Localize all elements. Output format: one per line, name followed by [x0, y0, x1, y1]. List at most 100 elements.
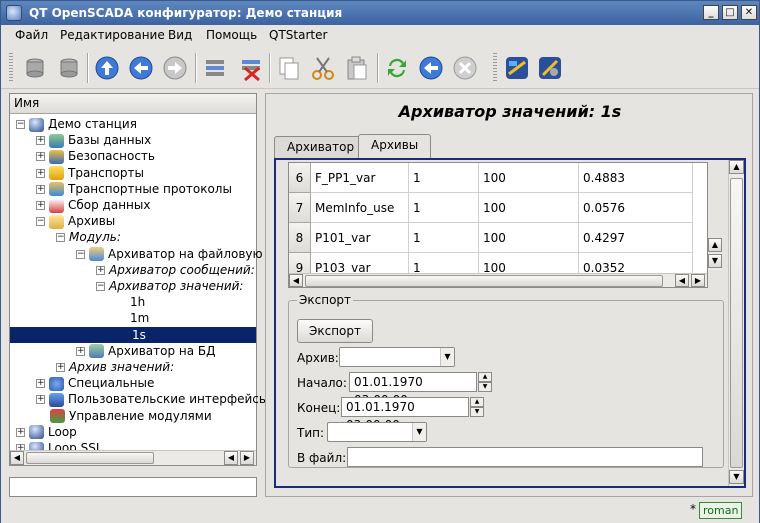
table-cell[interactable]: 0.0576 — [579, 193, 693, 223]
start-icon[interactable] — [417, 54, 445, 82]
scroll-left-button[interactable]: ◀ — [10, 451, 24, 465]
tree-item[interactable]: − Архиватор значений: — [96, 278, 243, 294]
archives-table[interactable]: 6 F_PP1_var 1 100 0.4883 7 MemInfo_use 1 100 0.05… — [288, 162, 708, 288]
tree-item[interactable]: + Пользовательские интерфейсы — [36, 391, 268, 407]
scroll-thumb[interactable] — [305, 275, 663, 287]
table-cell[interactable]: 1 — [409, 163, 479, 193]
table-cell[interactable]: 100 — [479, 163, 579, 193]
tree-item[interactable]: 1s — [10, 326, 256, 343]
table-cell[interactable]: 1 — [409, 223, 479, 253]
table-cell[interactable]: 1 — [409, 193, 479, 223]
title-bar[interactable]: QT OpenSCADA конфигуратор: Демо станция … — [1, 1, 759, 25]
scroll-thumb[interactable] — [730, 178, 743, 468]
collapse-icon[interactable]: − — [56, 233, 65, 243]
tab-archives[interactable]: Архивы — [358, 134, 432, 158]
content-vertical-scrollbar[interactable]: ▲ ▼ — [728, 160, 744, 486]
scroll-right-button[interactable]: ▶ — [691, 274, 705, 287]
menu-qtstarter[interactable]: QTStarter — [269, 28, 327, 42]
collapse-icon[interactable]: − — [36, 217, 45, 227]
tree-item[interactable]: − Модуль: — [56, 229, 121, 245]
expand-icon[interactable]: + — [56, 363, 65, 372]
end-datetime-input[interactable]: 01.01.1970 03:00:00 ▲▼ — [341, 397, 484, 432]
archive-select[interactable]: ▼ — [339, 347, 455, 367]
scroll-up-button[interactable]: ▲ — [729, 160, 744, 174]
tree-item[interactable]: − Демо станция — [16, 116, 137, 132]
collapse-icon[interactable]: − — [76, 249, 85, 259]
up-arrow-icon[interactable] — [93, 54, 121, 82]
row-number[interactable]: 7 — [289, 193, 311, 223]
chevron-down-icon[interactable]: ▼ — [412, 423, 426, 441]
scroll-thumb[interactable] — [26, 452, 154, 464]
expand-icon[interactable]: + — [36, 152, 45, 162]
tree-header[interactable]: Имя — [10, 94, 256, 114]
scroll-right-button[interactable]: ▶ — [240, 451, 254, 465]
toolbar-grip[interactable] — [9, 53, 13, 83]
menu-edit[interactable]: Редактирование — [60, 28, 165, 42]
collapse-icon[interactable]: − — [16, 120, 25, 129]
table-cell[interactable]: 100 — [479, 223, 579, 253]
tree-item[interactable]: 1m — [130, 310, 149, 326]
expand-icon[interactable]: + — [36, 379, 45, 389]
tab-archiver[interactable]: Архиватор — [274, 136, 368, 158]
table-horizontal-scrollbar[interactable]: ◀ ◀ ▶ — [289, 273, 707, 287]
delete-item-icon[interactable] — [237, 54, 265, 82]
increment-icon[interactable]: ▲ — [478, 372, 492, 382]
user-badge[interactable]: roman — [699, 502, 743, 519]
expand-icon[interactable]: + — [36, 136, 45, 146]
table-cell[interactable]: 0.4883 — [579, 163, 693, 193]
scroll-left-button[interactable]: ◀ — [289, 274, 303, 287]
table-row[interactable]: 8 P101_var 1 100 0.4297 — [289, 223, 707, 253]
forward-arrow-icon[interactable] — [161, 54, 189, 82]
toolbar-grip[interactable] — [493, 53, 497, 83]
expand-icon[interactable]: + — [36, 395, 45, 405]
tree-item[interactable]: + Архиватор сообщений: — [96, 262, 255, 278]
tree-item[interactable]: + Архиватор на БД — [76, 343, 216, 359]
tree-item[interactable]: + Сбор данных — [36, 197, 150, 213]
table-row[interactable]: 6 F_PP1_var 1 100 0.4883 — [289, 163, 707, 193]
paste-icon[interactable] — [343, 54, 371, 82]
expand-icon[interactable]: + — [36, 168, 45, 178]
begin-datetime-input[interactable]: 01.01.1970 03:00:00 ▲▼ — [349, 372, 492, 407]
scroll-down-button[interactable]: ▼ — [729, 470, 744, 484]
scroll-left-button[interactable]: ◀ — [675, 274, 689, 287]
tree-item[interactable]: + Транспорты — [36, 165, 144, 181]
tree-item[interactable]: + Базы данных — [36, 132, 151, 148]
export-button[interactable]: Экспорт — [297, 319, 373, 343]
add-item-icon[interactable] — [201, 54, 229, 82]
menu-help[interactable]: Помощь — [206, 28, 257, 42]
expand-icon[interactable]: + — [16, 427, 25, 437]
tree-item[interactable]: + Транспортные протоколы — [36, 181, 232, 197]
cut-icon[interactable] — [309, 54, 337, 82]
close-button[interactable]: ✕ — [741, 5, 757, 20]
row-number[interactable]: 6 — [289, 163, 311, 193]
type-select[interactable]: ▼ — [327, 422, 427, 442]
maximize-button[interactable]: □ — [722, 5, 738, 20]
tree-item[interactable]: 1h — [130, 294, 145, 310]
table-cell[interactable]: 100 — [479, 193, 579, 223]
stop-icon[interactable] — [451, 54, 479, 82]
minimize-button[interactable]: _ — [703, 5, 719, 20]
scroll-left-button[interactable]: ◀ — [224, 451, 238, 465]
decrement-icon[interactable]: ▼ — [470, 407, 484, 417]
scroll-up-button[interactable]: ▲ — [708, 238, 722, 252]
tree-item[interactable]: − Архиватор на файловую ( — [76, 246, 271, 262]
back-arrow-icon[interactable] — [127, 54, 155, 82]
expand-icon[interactable]: + — [36, 184, 45, 194]
table-row[interactable]: 7 MemInfo_use 1 100 0.0576 — [289, 193, 707, 223]
table-cell[interactable]: P101_var — [311, 223, 409, 253]
menu-file[interactable]: Файл — [15, 28, 48, 42]
increment-icon[interactable]: ▲ — [470, 397, 484, 407]
table-cell[interactable]: 0.4297 — [579, 223, 693, 253]
copy-icon[interactable] — [275, 54, 303, 82]
db-load-icon[interactable] — [21, 54, 49, 82]
tree-item[interactable]: + Loop — [16, 424, 77, 440]
navigation-tree[interactable]: Имя − Демо станция + Базы данных + Безопаснос… — [9, 93, 271, 466]
table-cell[interactable]: MemInfo_use — [311, 193, 409, 223]
table-cell[interactable]: F_PP1_var — [311, 163, 409, 193]
tree-item[interactable]: Управление модулями — [50, 408, 212, 424]
configurator-tool-icon[interactable] — [536, 54, 564, 82]
tree-item[interactable]: + Безопасность — [36, 148, 155, 164]
collapse-icon[interactable]: − — [96, 282, 105, 291]
expand-icon[interactable]: + — [76, 346, 85, 356]
tree-horizontal-scrollbar[interactable]: ◀ ◀ ▶ — [10, 450, 256, 465]
